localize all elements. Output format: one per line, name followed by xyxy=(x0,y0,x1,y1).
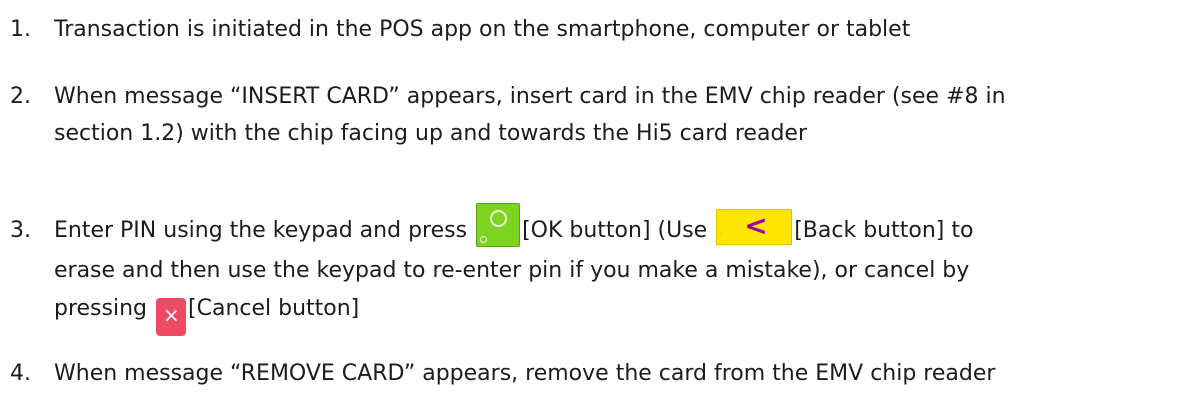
step-text-line-1: When message “INSERT CARD” appears, inse… xyxy=(54,84,1006,109)
step-text: Transaction is initiated in the POS app … xyxy=(54,17,911,42)
step-1: 1. Transaction is initiated in the POS ap… xyxy=(10,11,1200,49)
step-4: 4. When message “REMOVE CARD” appears, re… xyxy=(10,355,1200,393)
step-number: 2. xyxy=(10,84,31,109)
ok-button-icon xyxy=(476,203,521,247)
step-2: 2. When message “INSERT CARD” appears, in… xyxy=(10,78,1200,116)
back-button-icon: ‹ < xyxy=(716,209,793,245)
step-3: 3. Enter PIN using the keypad and press [… xyxy=(10,203,1200,253)
step-3-line-3: pressing × [Cancel button] xyxy=(54,290,360,336)
step-2-line-2: section 1.2) with the chip facing up and… xyxy=(54,121,807,146)
step-number: 3. xyxy=(10,218,31,243)
step-text-part-a: Enter PIN using the keypad and press xyxy=(54,218,468,243)
step-text-part-d: pressing xyxy=(54,296,148,321)
step-text: When message “REMOVE CARD” appears, remo… xyxy=(54,361,996,386)
step-text-part-e: [Cancel button] xyxy=(188,296,360,321)
step-text-part-b: [OK button] (Use xyxy=(522,218,708,243)
instructions-page: 1. Transaction is initiated in the POS ap… xyxy=(0,0,1202,407)
step-number: 1. xyxy=(10,17,31,42)
step-3-line-2: erase and then use the keypad to re-ente… xyxy=(54,258,970,283)
cancel-button-icon: × xyxy=(156,298,187,336)
step-text-part-c: [Back button] to xyxy=(794,218,974,243)
step-number: 4. xyxy=(10,361,31,386)
